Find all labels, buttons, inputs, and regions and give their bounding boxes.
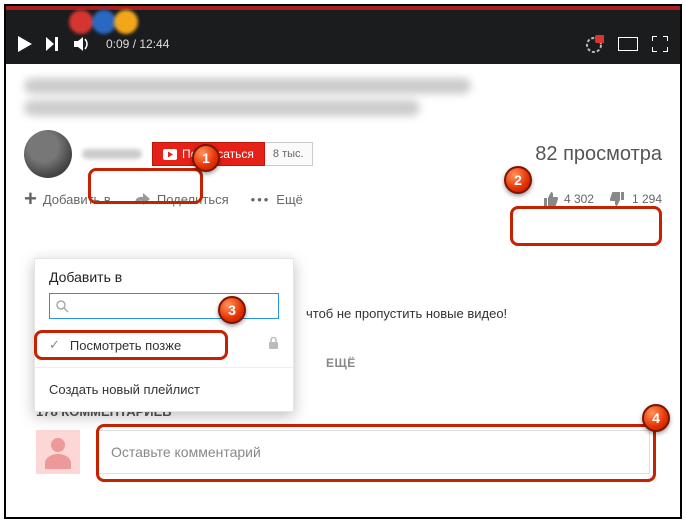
next-icon[interactable] <box>46 37 60 51</box>
callout-badge-4: 4 <box>642 404 670 432</box>
thumb-up-icon <box>542 191 558 207</box>
time-display: 0:09 / 12:44 <box>106 37 169 51</box>
volume-icon[interactable] <box>74 36 92 52</box>
fullscreen-icon[interactable] <box>652 36 668 52</box>
share-button[interactable]: Поделиться <box>133 192 229 207</box>
check-icon: ✓ <box>49 337 60 353</box>
plus-icon: + <box>24 188 37 210</box>
more-icon: ••• <box>251 192 271 207</box>
channel-avatar[interactable] <box>24 130 72 178</box>
video-title <box>24 78 662 116</box>
more-button[interactable]: ••• Ещё <box>251 192 303 207</box>
dropdown-title: Добавить в <box>35 269 293 293</box>
description-text: чтоб не пропустить новые видео! <box>306 306 507 321</box>
lock-icon <box>268 337 279 353</box>
video-player[interactable]: 0:09 / 12:44 <box>6 6 680 64</box>
add-to-dropdown: Добавить в ✓ Посмотреть позже Создать но… <box>34 258 294 412</box>
view-count: 82 просмотра <box>535 143 662 166</box>
show-more-button[interactable]: ЕЩЁ <box>326 356 356 370</box>
callout-badge-3: 3 <box>218 296 246 324</box>
play-icon[interactable] <box>18 36 32 52</box>
callout-badge-2: 2 <box>504 166 532 194</box>
add-to-button[interactable]: + Добавить в <box>24 188 111 210</box>
comment-placeholder: Оставьте комментарий <box>111 444 261 460</box>
user-avatar <box>36 430 80 474</box>
create-playlist-button[interactable]: Создать новый плейлист <box>35 374 293 405</box>
quality-icon[interactable] <box>584 35 604 53</box>
watch-later-item[interactable]: ✓ Посмотреть позже <box>35 329 293 361</box>
share-icon <box>133 192 151 206</box>
callout-badge-1: 1 <box>192 144 220 172</box>
add-to-label: Добавить в <box>43 192 111 207</box>
search-icon <box>56 300 69 313</box>
dislike-count: 1 294 <box>632 192 662 206</box>
more-label: Ещё <box>276 192 303 207</box>
comment-input[interactable]: Оставьте комментарий <box>96 430 650 474</box>
like-count: 4 302 <box>564 192 594 206</box>
like-button[interactable]: 4 302 <box>542 191 594 207</box>
youtube-icon <box>163 149 177 160</box>
channel-name[interactable] <box>82 149 142 159</box>
subscriber-count: 8 тыс. <box>265 142 313 166</box>
watch-later-label: Посмотреть позже <box>70 338 181 353</box>
thumb-down-icon <box>610 191 626 207</box>
share-label: Поделиться <box>157 192 229 207</box>
dislike-button[interactable]: 1 294 <box>610 191 662 207</box>
theater-icon[interactable] <box>618 37 638 51</box>
